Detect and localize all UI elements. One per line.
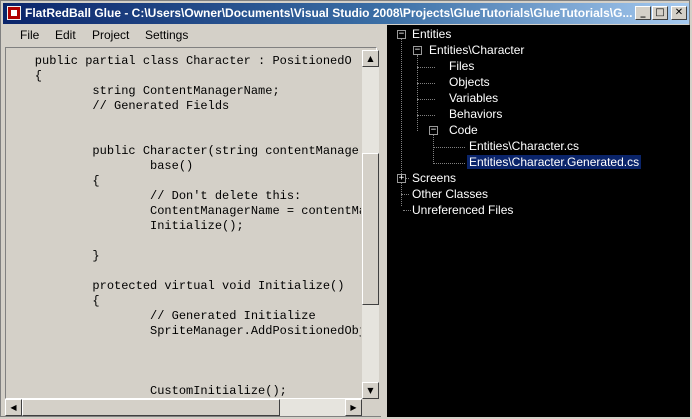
code-line[interactable]: public Character(string contentManage — [6, 144, 361, 159]
code-line[interactable]: { — [6, 69, 361, 84]
tree-node-screens[interactable]: Screens — [412, 171, 456, 185]
tree-node-behaviors[interactable]: Behaviors — [449, 107, 502, 121]
menu-edit[interactable]: Edit — [55, 28, 76, 42]
code-line[interactable] — [6, 114, 361, 129]
tree-node-code[interactable]: Code — [449, 123, 478, 137]
tree-node-character[interactable]: Entities\Character — [429, 43, 524, 57]
scroll-down-button[interactable]: ▼ — [362, 382, 379, 399]
expand-screens-icon[interactable]: + — [397, 174, 406, 183]
scrollbar-corner — [362, 399, 379, 416]
code-line[interactable]: ContentManagerName = contentMa — [6, 204, 361, 219]
code-line[interactable] — [6, 234, 361, 249]
window-title: FlatRedBall Glue - C:\Users\Owner\Docume… — [25, 6, 633, 20]
maximize-button[interactable]: □ — [652, 6, 668, 20]
code-line[interactable]: { — [6, 294, 361, 309]
code-line[interactable]: { — [6, 174, 361, 189]
tree-connector — [433, 135, 434, 162]
code-line[interactable]: CustomInitialize(); — [6, 384, 361, 398]
tree-node-objects[interactable]: Objects — [449, 75, 490, 89]
horizontal-scrollbar[interactable]: ◀ ▶ — [5, 399, 362, 416]
tree-node-character-generated-cs[interactable]: Entities\Character.Generated.cs — [467, 155, 642, 169]
tree-node-variables[interactable]: Variables — [449, 91, 498, 105]
menu-settings[interactable]: Settings — [145, 28, 188, 42]
code-line[interactable]: // Generated Initialize — [6, 309, 361, 324]
code-line[interactable]: // Don't delete this: — [6, 189, 361, 204]
tree-connector — [417, 67, 435, 68]
code-line[interactable]: string ContentManagerName; — [6, 84, 361, 99]
code-line[interactable] — [6, 264, 361, 279]
code-line[interactable]: } — [6, 249, 361, 264]
tree-connector — [433, 147, 465, 148]
tree-node-entities[interactable]: Entities — [412, 27, 451, 41]
tree-connector — [401, 194, 409, 195]
title-bar[interactable]: FlatRedBall Glue - C:\Users\Owner\Docume… — [3, 3, 689, 24]
tree-connector — [417, 115, 435, 116]
tree-connector — [433, 163, 465, 164]
code-text[interactable]: public partial class Character : Positio… — [6, 54, 361, 398]
code-line[interactable] — [6, 369, 361, 384]
code-line[interactable]: public partial class Character : Positio… — [6, 54, 361, 69]
horizontal-scroll-thumb[interactable] — [22, 399, 280, 416]
tree-connector — [403, 210, 411, 211]
project-tree[interactable]: − − − + Entities Entities\Character File… — [387, 25, 690, 417]
vertical-scrollbar[interactable]: ▲ ▼ — [362, 50, 379, 399]
main-window: FlatRedBall Glue - C:\Users\Owner\Docume… — [0, 0, 690, 417]
code-editor[interactable]: public partial class Character : Positio… — [5, 47, 377, 399]
code-line[interactable]: base() — [6, 159, 361, 174]
vertical-scroll-thumb[interactable] — [362, 153, 379, 305]
code-line[interactable]: // Generated Fields — [6, 99, 361, 114]
code-line[interactable]: SpriteManager.AddPositionedObj — [6, 324, 361, 339]
minimize-button[interactable]: _ — [635, 6, 651, 20]
code-line[interactable] — [6, 339, 361, 354]
tree-connector — [417, 99, 435, 100]
tree-node-files[interactable]: Files — [449, 59, 474, 73]
flatredball-app-icon[interactable] — [7, 6, 21, 20]
collapse-code-icon[interactable]: − — [429, 126, 438, 135]
tree-node-unreferenced-files[interactable]: Unreferenced Files — [412, 203, 513, 217]
code-line[interactable]: protected virtual void Initialize() — [6, 279, 361, 294]
code-line[interactable] — [6, 354, 361, 369]
scroll-up-button[interactable]: ▲ — [362, 50, 379, 67]
collapse-entities-icon[interactable]: − — [397, 30, 406, 39]
scroll-right-button[interactable]: ▶ — [345, 399, 362, 416]
code-line[interactable]: Initialize(); — [6, 219, 361, 234]
code-line[interactable] — [6, 129, 361, 144]
tree-node-other-classes[interactable]: Other Classes — [412, 187, 488, 201]
scroll-left-button[interactable]: ◀ — [5, 399, 22, 416]
menu-project[interactable]: Project — [92, 28, 129, 42]
tree-node-character-cs[interactable]: Entities\Character.cs — [469, 139, 579, 153]
menu-file[interactable]: File — [20, 28, 39, 42]
collapse-character-icon[interactable]: − — [413, 46, 422, 55]
close-button[interactable]: ✕ — [671, 6, 687, 20]
menu-bar: File Edit Project Settings — [3, 25, 383, 45]
tree-connector — [417, 83, 435, 84]
